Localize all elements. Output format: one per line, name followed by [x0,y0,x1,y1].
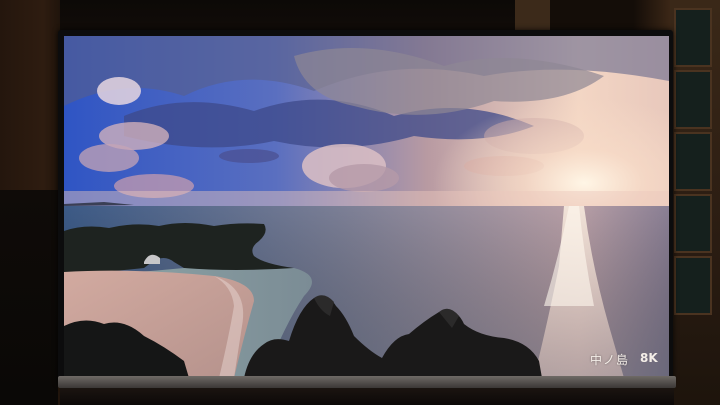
tv-stand [60,388,674,405]
cabinet-glass-panel [674,70,712,129]
wall [60,0,515,32]
cabinet-glass-panel [674,194,712,253]
right-cabinet [670,0,720,405]
cabinet-glass-panel [674,132,712,191]
left-shelf [0,190,58,405]
watermark-title: 中ノ島 [590,353,630,367]
tv-screen [64,36,669,378]
broadcast-watermark: 中ノ島 [590,351,629,368]
resolution-badge: 8K [640,351,658,365]
seascape-image [64,36,669,378]
wall-panel [515,0,550,32]
cabinet-glass-panel [674,256,712,315]
cabinet-glass-panel [674,8,712,67]
tv-bottom-bezel [58,376,676,388]
